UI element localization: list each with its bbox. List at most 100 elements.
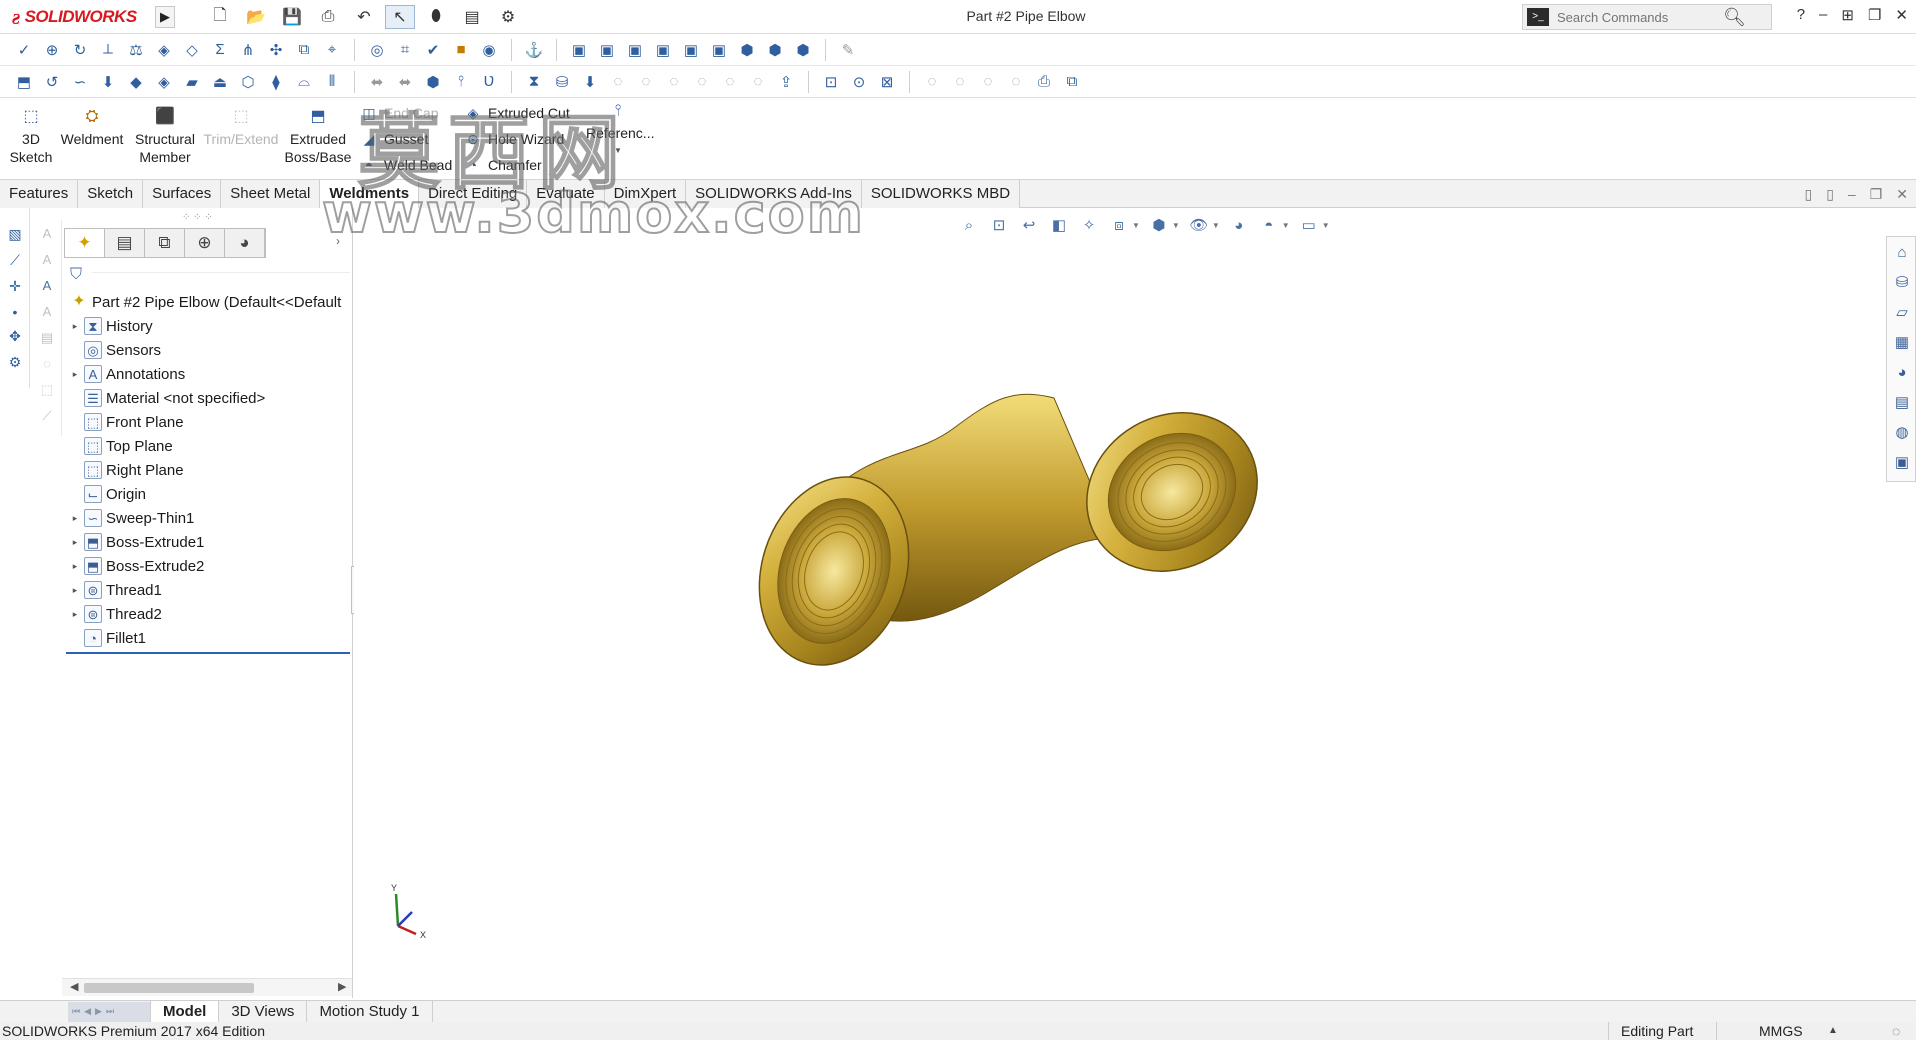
feature-manager-tab-icon[interactable]: ✦ — [65, 229, 105, 257]
expand-arrow-icon[interactable]: ▸ — [68, 561, 82, 572]
zoom-feature-icon[interactable]: ⊕ — [40, 38, 64, 62]
tree-item-top-plane[interactable]: ⬚ Top Plane — [62, 434, 353, 458]
revolve-icon[interactable]: ↺ — [40, 70, 64, 94]
front-view-icon[interactable]: ▣ — [567, 38, 591, 62]
loft-icon[interactable]: ⬇ — [96, 70, 120, 94]
tree-item-thread2[interactable]: ▸ ⊜ Thread2 — [62, 602, 353, 626]
tree-item-annotations[interactable]: ▸ A Annotations — [62, 362, 353, 386]
tree-item-thread1[interactable]: ▸ ⊜ Thread1 — [62, 578, 353, 602]
display-manager-tab-icon[interactable]: ◕ — [225, 229, 265, 257]
first-tab-icon[interactable]: ⏮ — [72, 1006, 80, 1017]
prev-tab-icon[interactable]: ◀ — [84, 1006, 91, 1017]
check-icon[interactable]: ◇ — [180, 38, 204, 62]
stop-icon[interactable]: ■ — [449, 38, 473, 62]
expand-arrow-icon[interactable]: ▸ — [68, 513, 82, 524]
units-chevron-icon[interactable]: ▲ — [1828, 1022, 1838, 1040]
search-icon[interactable]: 🔍︎ — [1723, 7, 1746, 28]
tree-item-right-plane[interactable]: ⬚ Right Plane — [62, 458, 353, 482]
boundary-icon[interactable]: ◆ — [124, 70, 148, 94]
tree-item-origin[interactable]: ⌙ Origin — [62, 482, 353, 506]
tile-icon[interactable]: ⊞ — [1841, 6, 1854, 24]
chevron-down-icon[interactable]: ▼ — [1212, 221, 1220, 230]
view-palette-icon[interactable]: ▦ — [1892, 333, 1912, 353]
top-view-icon[interactable]: ▣ — [679, 38, 703, 62]
view-settings-icon[interactable]: ▭ — [1298, 214, 1320, 236]
reference-geometry-button[interactable]: ⫯ Referenc... ▼ — [586, 102, 654, 160]
trim-body-icon[interactable]: ⬇ — [578, 70, 602, 94]
move-face-icon[interactable]: ⇪ — [774, 70, 798, 94]
mirror-icon[interactable]: ⫴ — [320, 70, 344, 94]
extrude-cut-icon[interactable]: ◈ — [152, 70, 176, 94]
tab-sheet-metal[interactable]: Sheet Metal — [221, 180, 321, 208]
dot-icon[interactable]: • — [6, 304, 24, 322]
expand-arrow-icon[interactable]: ▸ — [68, 609, 82, 620]
back-view-icon[interactable]: ▣ — [595, 38, 619, 62]
previous-view-icon[interactable]: ↩ — [1018, 214, 1040, 236]
design-library-icon[interactable]: ⛁ — [1892, 273, 1912, 293]
edit-appearance-icon[interactable]: ◕ — [1228, 214, 1250, 236]
section-view-icon[interactable]: ◧ — [1048, 214, 1070, 236]
view-orientation-icon[interactable]: ⊡ — [819, 70, 843, 94]
move-entities-icon[interactable]: ✥ — [6, 328, 24, 346]
panel-collapse-icon[interactable]: › — [336, 234, 340, 248]
isometric-view-icon[interactable]: ⬢ — [735, 38, 759, 62]
chat-icon[interactable]: ▣ — [1892, 453, 1912, 473]
bottom-tab-model[interactable]: Model — [150, 1000, 219, 1023]
3d-sketch-button[interactable]: ⬚ 3D Sketch — [8, 108, 54, 166]
sketch-icon[interactable]: ▧ — [6, 226, 24, 244]
chevron-down-icon[interactable]: ▼ — [586, 142, 650, 160]
panel-grip[interactable]: ⁘ ⁘ ⁘ — [182, 212, 213, 223]
reference-geometry-icon[interactable]: ⬢ — [421, 70, 445, 94]
wrap-icon[interactable]: ⬡ — [236, 70, 260, 94]
rotate-icon[interactable]: ↻ — [68, 38, 92, 62]
chevron-down-icon[interactable]: ▼ — [1172, 221, 1180, 230]
tree-item-boss-extrude1[interactable]: ▸ ⬒ Boss-Extrude1 — [62, 530, 353, 554]
tree-item-front-plane[interactable]: ⬚ Front Plane — [62, 410, 353, 434]
tab-sketch[interactable]: Sketch — [78, 180, 144, 208]
right-view-icon[interactable]: ▣ — [651, 38, 675, 62]
search-input[interactable] — [1549, 9, 1719, 25]
custom-properties-icon[interactable]: ▤ — [1892, 393, 1912, 413]
next-tab-icon[interactable]: ▶ — [95, 1006, 102, 1017]
configuration-manager-tab-icon[interactable]: ⧉ — [145, 229, 185, 257]
last-tab-icon[interactable]: ⏭ — [106, 1006, 114, 1017]
expand-arrow-icon[interactable]: ▸ — [68, 585, 82, 596]
help-icon[interactable]: ? — [1797, 6, 1805, 24]
appearance-icon[interactable]: ◉ — [477, 38, 501, 62]
close-icon[interactable]: ✕ — [1895, 6, 1908, 24]
display-style-icon[interactable]: ⬢ — [1148, 214, 1170, 236]
feature-tree-scrollbar[interactable]: ◀ ▶ — [62, 978, 352, 996]
solidworks-forum-icon[interactable]: ◍ — [1892, 423, 1912, 443]
doc-close-icon[interactable]: ✕ — [1896, 186, 1908, 203]
bottom-view-icon[interactable]: ▣ — [707, 38, 731, 62]
symmetry-icon[interactable]: ✣ — [264, 38, 288, 62]
pen-icon[interactable]: ✎ — [836, 38, 860, 62]
pipe-elbow-model[interactable] — [736, 382, 1286, 684]
doc-minimize-icon[interactable]: – — [1848, 186, 1856, 203]
search-commands-box[interactable]: >_ 🔍︎ — [1522, 4, 1772, 30]
tab-solidworks-mbd[interactable]: SOLIDWORKS MBD — [861, 180, 1021, 208]
cut-list-icon[interactable]: ⛁ — [550, 70, 574, 94]
scroll-right-icon[interactable]: ▶ — [338, 980, 346, 993]
tree-item-sweep-thin1[interactable]: ▸ ∽ Sweep-Thin1 — [62, 506, 353, 530]
bottom-tab-motion-study-1[interactable]: Motion Study 1 — [306, 1000, 433, 1023]
tile-left-icon[interactable]: ▯ — [1804, 186, 1812, 203]
tree-item-material-not-specified[interactable]: ☰ Material <not specified> — [62, 386, 353, 410]
anchor-icon[interactable]: ⚓ — [522, 38, 546, 62]
verify-icon[interactable]: ✔ — [421, 38, 445, 62]
measure-icon[interactable]: ⟂ — [96, 38, 120, 62]
tree-root-part[interactable]: ✦ Part #2 Pipe Elbow (Default<<Default — [48, 290, 353, 314]
equation-icon[interactable]: Σ — [208, 38, 232, 62]
tab-solidworks-add-ins[interactable]: SOLIDWORKS Add-Ins — [686, 180, 862, 208]
display-style-icon[interactable]: ⊙ — [847, 70, 871, 94]
dimxpert-manager-tab-icon[interactable]: ⊕ — [185, 229, 225, 257]
hole-wizard-button[interactable]: ⊛ Hole Wizard — [464, 130, 564, 148]
rib-icon[interactable]: ⏏ — [208, 70, 232, 94]
help-bubble-icon[interactable]: ◌ — [1892, 1022, 1900, 1040]
scroll-left-icon[interactable]: ◀ — [70, 980, 78, 993]
weld-bead-button[interactable]: ◓ Weld Bead — [360, 156, 452, 174]
chevron-down-icon[interactable]: ▼ — [1132, 221, 1140, 230]
dynamic-annotation-icon[interactable]: ✧ — [1078, 214, 1100, 236]
bottom-tab-3d-views[interactable]: 3D Views — [218, 1000, 306, 1023]
left-view-icon[interactable]: ▣ — [623, 38, 647, 62]
